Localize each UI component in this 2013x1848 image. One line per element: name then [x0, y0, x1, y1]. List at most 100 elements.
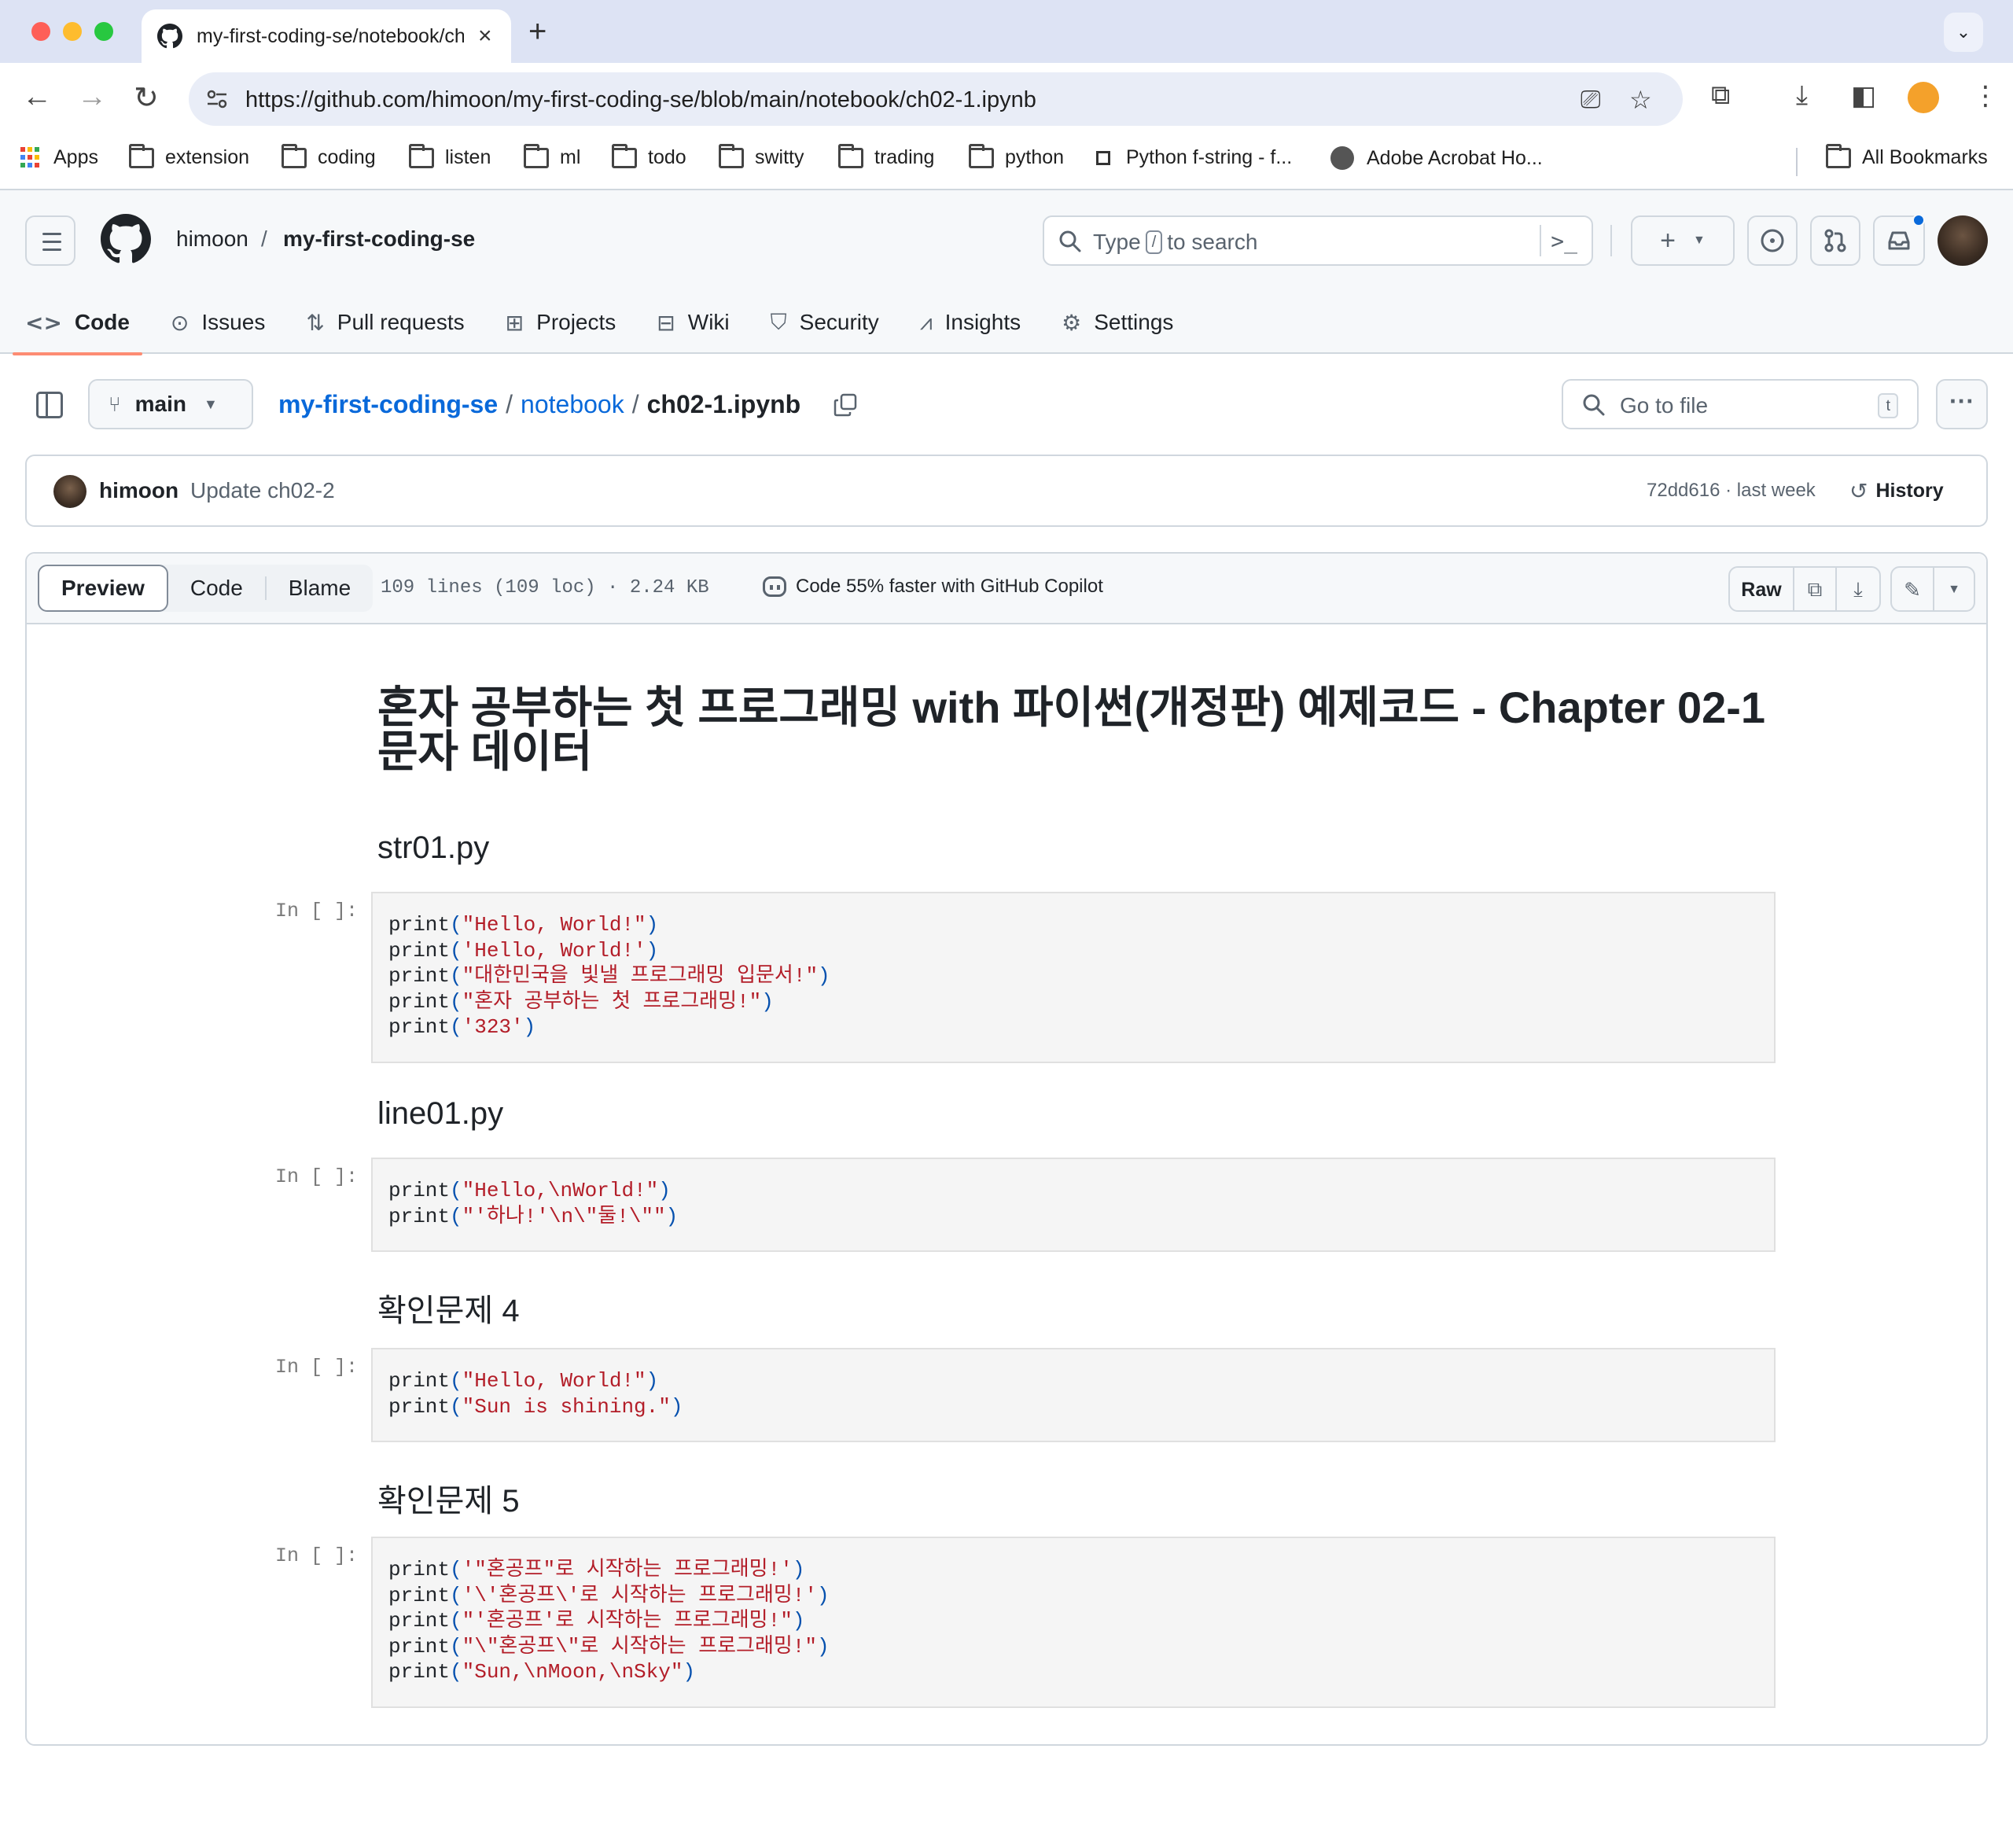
bookmark-python-fstring[interactable]: Python f-string - f... [1096, 146, 1292, 169]
triangle-down-icon: ▼ [1693, 234, 1706, 247]
browser-tab[interactable]: my-first-coding-se/notebook/ch02-1.ipynb… [142, 9, 511, 63]
code-token: ( [450, 1558, 462, 1581]
window-minimize-button[interactable] [63, 22, 82, 41]
tab-label: Wiki [687, 310, 730, 334]
tab-blame[interactable]: Blame [267, 565, 373, 612]
section-heading: str01.py [377, 830, 490, 865]
view-mode-switch: Preview Code Blame [38, 565, 374, 612]
reload-button[interactable]: ↻ [134, 80, 159, 116]
tab-label: Code [190, 576, 243, 600]
bookmark-label: coding [318, 146, 376, 168]
copilot-promo-link[interactable]: Code 55% faster with GitHub Copilot [763, 576, 1103, 598]
code-line: print('Hello, World!') [388, 938, 1758, 964]
install-app-icon[interactable]: ⎚ [1581, 85, 1601, 115]
code-token: print [388, 938, 451, 963]
copy-raw-button[interactable]: ⧉ [1794, 568, 1837, 610]
code-token: '\'혼공프\'로 시작하는 프로그래밍!' [462, 1583, 818, 1607]
owner-link[interactable]: himoon [176, 226, 248, 252]
tab-preview[interactable]: Preview [38, 565, 168, 612]
bookmark-apps[interactable]: Apps [20, 146, 98, 169]
tab-projects[interactable]: ⊞ Projects [506, 297, 616, 354]
code-token: ( [450, 1394, 462, 1419]
profile-avatar[interactable] [1908, 82, 1939, 113]
global-menu-button[interactable] [25, 215, 75, 266]
commit-message[interactable]: Update ch02-2 [190, 478, 335, 503]
code-token: "Hello,\nWorld!" [462, 1179, 659, 1202]
code-token: ) [818, 964, 830, 988]
github-logo-icon[interactable] [101, 214, 151, 264]
code-token: print [388, 1204, 451, 1228]
breadcrumb-dir-link[interactable]: notebook [521, 390, 624, 419]
tab-settings[interactable]: ⚙ Settings [1062, 297, 1173, 354]
command-palette-icon[interactable]: >_ [1551, 228, 1577, 254]
folder-icon [1826, 143, 1851, 168]
bookmark-folder-switty[interactable]: switty [719, 143, 804, 169]
search-shortcut-key: / [1145, 230, 1163, 254]
create-new-button[interactable]: + ▼ [1631, 215, 1735, 266]
code-token: ( [450, 1369, 462, 1393]
code-token: ) [683, 1660, 696, 1684]
forward-button[interactable]: → [77, 80, 107, 114]
bookmark-folder-trading[interactable]: trading [838, 143, 934, 169]
window-close-button[interactable] [31, 22, 50, 41]
edit-dropdown-button[interactable]: ▼ [1934, 568, 1974, 610]
back-button[interactable]: ← [22, 80, 52, 114]
bookmark-folder-todo[interactable]: todo [612, 143, 686, 169]
bookmark-folder-extension[interactable]: extension [129, 143, 249, 169]
code-token: ) [761, 989, 774, 1014]
tab-issues[interactable]: ⊙ Issues [171, 297, 265, 354]
tab-close-icon[interactable]: × [478, 23, 492, 50]
bookmark-folder-coding[interactable]: coding [282, 143, 376, 169]
code-token: print [388, 989, 451, 1014]
tab-code[interactable]: <> Code [13, 297, 142, 355]
raw-button[interactable]: Raw [1730, 568, 1794, 610]
bookmark-folder-listen[interactable]: listen [409, 143, 491, 169]
tab-search-button[interactable]: ⌄ [1944, 13, 1983, 52]
user-avatar[interactable] [1938, 215, 1988, 266]
latest-commit-bar: himoon Update ch02-2 72dd616 · last week… [25, 455, 1988, 527]
address-bar[interactable]: https://github.com/himoon/my-first-codin… [189, 72, 1683, 126]
bookmark-star-icon[interactable]: ☆ [1629, 85, 1652, 115]
browser-menu-icon[interactable]: ⋮ [1972, 80, 1999, 112]
issues-button[interactable] [1747, 215, 1798, 266]
code-token: ( [450, 1015, 462, 1039]
bookmark-adobe-acrobat[interactable]: Adobe Acrobat Ho... [1330, 146, 1543, 170]
window-maximize-button[interactable] [94, 22, 113, 41]
site-settings-icon[interactable] [204, 87, 230, 112]
all-bookmarks-folder[interactable]: All Bookmarks [1826, 143, 1988, 169]
edit-file-button[interactable]: ✎ [1892, 568, 1934, 610]
side-panel-icon[interactable]: ◧ [1851, 80, 1876, 112]
breadcrumb-repo-link[interactable]: my-first-coding-se [278, 390, 498, 419]
pull-requests-button[interactable] [1810, 215, 1860, 266]
tab-security[interactable]: ⛉ Security [771, 297, 879, 354]
tab-wiki[interactable]: ⊟ Wiki [657, 297, 729, 354]
code-token: "혼자 공부하는 첫 프로그래밍!" [462, 989, 762, 1014]
branch-selector[interactable]: ⑂ main ▼ [88, 379, 253, 429]
folder-icon [409, 143, 434, 168]
file-tree-toggle-icon[interactable] [36, 392, 63, 418]
extensions-icon[interactable]: ⧉ [1711, 80, 1730, 111]
new-tab-button[interactable]: + [528, 14, 546, 50]
go-to-file-input[interactable]: Go to file t [1562, 379, 1919, 429]
tab-code-view[interactable]: Code [168, 565, 265, 612]
tab-insights[interactable]: ⩘ Insights [920, 297, 1021, 354]
downloads-icon[interactable]: ⤓ [1796, 80, 1808, 111]
bookmark-folder-python[interactable]: python [969, 143, 1064, 169]
search-input[interactable]: Type / to search >_ [1043, 215, 1593, 266]
section-heading: line01.py [377, 1096, 504, 1131]
github-favicon-icon [157, 24, 182, 49]
commit-sha-time[interactable]: 72dd616 · last week [1647, 480, 1816, 502]
tab-pull-requests[interactable]: ⇅ Pull requests [306, 297, 464, 354]
more-options-button[interactable]: ··· [1936, 379, 1988, 429]
repo-link[interactable]: my-first-coding-se [283, 226, 475, 252]
commit-author[interactable]: himoon [99, 478, 178, 503]
bookmark-folder-ml[interactable]: ml [524, 143, 580, 169]
code-line: print("'혼공프'로 시작하는 프로그래밍!") [388, 1608, 1758, 1634]
folder-icon [719, 143, 744, 168]
bookmark-label: Apps [53, 146, 98, 168]
download-raw-button[interactable]: ⤓ [1837, 568, 1879, 610]
code-token: print [388, 1369, 451, 1393]
copy-path-icon[interactable] [834, 393, 857, 417]
commit-author-avatar[interactable] [53, 475, 86, 508]
history-button[interactable]: ↺ History [1849, 478, 1944, 504]
